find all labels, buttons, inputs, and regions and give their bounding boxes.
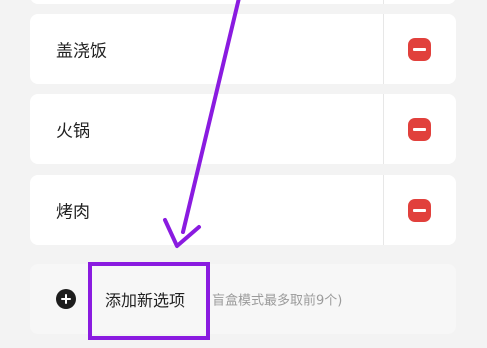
delete-option-button[interactable] (408, 198, 431, 222)
delete-option-button[interactable] (408, 117, 431, 141)
minus-icon (413, 47, 426, 51)
minus-icon (413, 127, 426, 131)
minus-icon (413, 208, 426, 212)
card-divider (383, 0, 384, 4)
option-label: 火锅 (56, 121, 90, 142)
delete-option-button[interactable] (408, 37, 431, 61)
option-card-top-partial (30, 0, 456, 4)
card-divider (383, 94, 384, 164)
blind-box-hint: 盲盒模式最多取前9个) (212, 293, 343, 309)
option-card-item-3: 烤肉 (30, 175, 456, 245)
add-option-row: 添加新选项 盲盒模式最多取前9个) (30, 264, 456, 334)
add-option-label: 添加新选项 (105, 291, 186, 310)
option-card-item-2: 火锅 (30, 94, 456, 164)
card-divider (383, 175, 384, 245)
card-divider (383, 14, 384, 84)
option-label: 烤肉 (56, 202, 90, 223)
plus-circle-icon (56, 289, 76, 309)
add-option-button[interactable]: 添加新选项 (30, 264, 200, 334)
option-card-item-1: 盖浇饭 (30, 14, 456, 84)
option-label: 盖浇饭 (56, 41, 107, 62)
